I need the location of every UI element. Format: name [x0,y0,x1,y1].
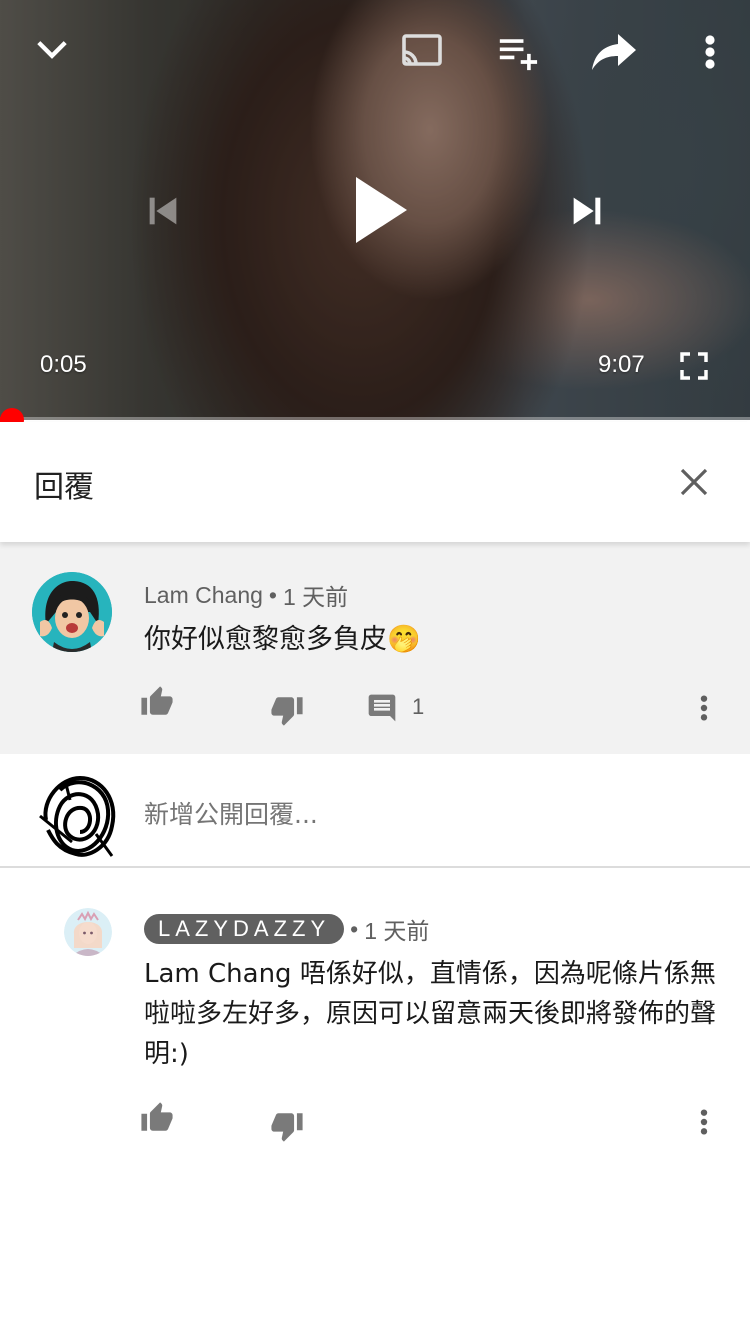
add-to-playlist-button[interactable] [494,30,542,74]
reply-author[interactable]: LAZYDAZZY [144,914,345,944]
fullscreen-button[interactable] [674,346,714,386]
chevron-down-icon [37,41,67,59]
cast-icon [402,34,442,66]
close-button[interactable] [670,458,718,506]
user-avatar-image [39,775,116,857]
duration: 9:07 [598,351,645,378]
reply-dislike-button[interactable] [270,1106,310,1146]
reply-count: 1 [412,694,425,719]
next-button[interactable] [562,186,612,236]
thumb-down-icon [271,1113,303,1142]
share-button[interactable] [588,28,640,76]
skip-previous-icon [149,197,177,225]
share-icon [592,34,636,70]
playlist-add-icon [499,39,538,71]
user-avatar [36,770,124,862]
reply-time: 1 天前 [364,918,430,944]
comment-emoji: 🤭 [387,624,421,655]
replies-title: 回覆 [34,470,94,505]
more-options-button[interactable] [692,30,728,74]
dislike-button[interactable] [270,690,310,730]
comment-meta: Lam Chang • 1 天前 [144,578,348,612]
reply-menu-button[interactable] [700,1102,728,1142]
avatar[interactable] [32,572,112,652]
reply-avatar[interactable] [64,908,112,956]
avatar-image [32,572,112,652]
thumb-up-icon [141,1102,173,1131]
current-time: 0:05 [40,351,87,378]
comment-time: 1 天前 [282,584,349,610]
comment-body: 你好似愈黎愈多負皮 [144,624,387,655]
play-icon [356,177,407,243]
meta-separator: • [268,581,277,608]
play-button[interactable] [340,170,420,250]
reply-text: Lam Chang 唔係好似，直情係，因為呢條片係無啦啦多左好多，原因可以留意兩… [144,959,717,1069]
close-icon [680,468,708,496]
parent-comment: Lam Chang • 1 天前 你好似愈黎愈多負皮🤭 1 [0,542,750,754]
skip-next-icon [573,197,601,225]
minimize-button[interactable] [28,26,76,74]
cast-button[interactable] [396,30,448,74]
previous-button[interactable] [138,186,188,236]
reply-input[interactable] [144,794,704,834]
like-button[interactable] [140,682,180,722]
more-vert-icon [700,695,708,721]
meta-separator: • [350,915,359,942]
comment-text: 你好似愈黎愈多負皮🤭 [144,620,724,660]
reply-meta: LAZYDAZZY • 1 天前 [144,912,429,946]
reply-button[interactable] [366,688,406,728]
comment-author[interactable]: Lam Chang [144,582,263,609]
comment-menu-button[interactable] [700,688,728,728]
fullscreen-icon [680,352,708,380]
more-vert-icon [700,1109,708,1135]
thumb-down-icon [271,697,303,726]
reply-like-button[interactable] [140,1098,180,1138]
reply-icon [368,694,396,722]
video-player[interactable]: 0:05 9:07 [0,0,750,420]
reply-avatar-image [64,908,112,956]
replies-header: 回覆 [0,422,750,542]
more-vert-icon [705,35,715,69]
thumb-up-icon [141,686,173,715]
add-reply-row [0,754,750,868]
